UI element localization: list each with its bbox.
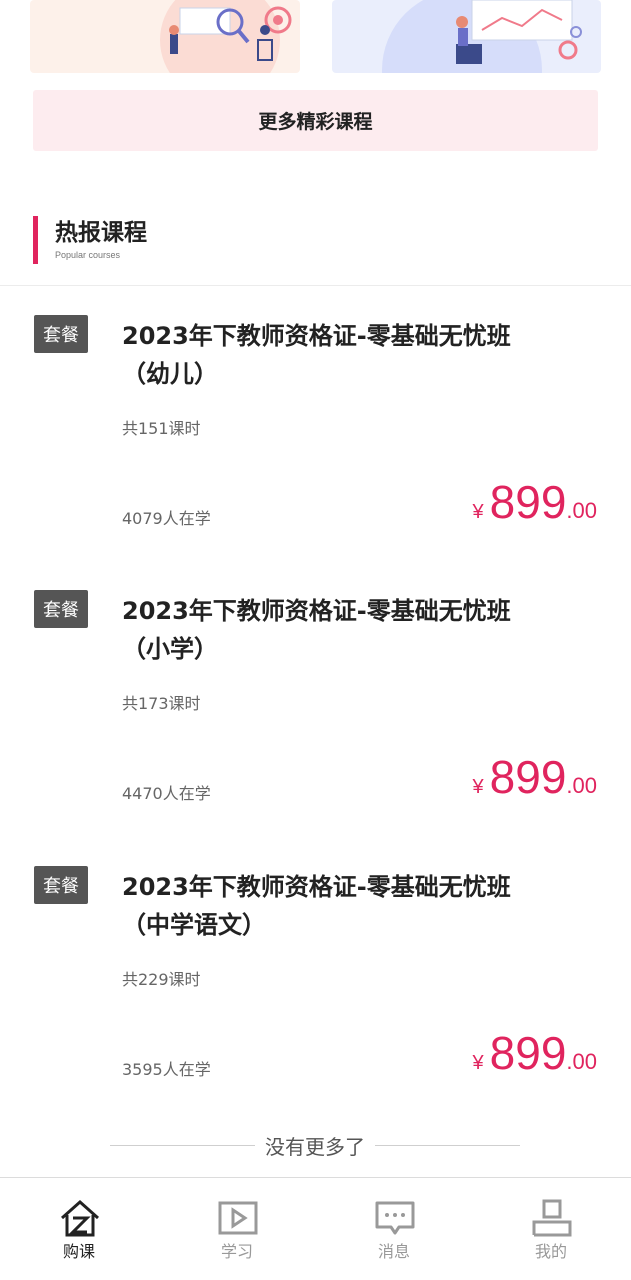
tab-label: 学习 [220,1242,253,1261]
section-header: 热报课程 Popular courses [33,216,147,264]
price-integer: 899 [489,751,567,803]
play-icon [218,1201,258,1235]
course-tag: 套餐 [34,590,88,628]
course-lessons: 共151课时 [122,419,201,438]
price-integer: 899 [489,1027,567,1079]
tab-messages[interactable]: 消息 [334,1178,454,1280]
divider [0,285,631,286]
more-courses-button[interactable]: 更多精彩课程 [33,90,598,151]
course-card[interactable]: 套餐 2023年下教师资格证-零基础无忧班（幼儿） 共151课时 4079人在学… [0,315,631,585]
banner-right[interactable] [332,0,601,73]
section-title: 热报课程 [55,220,147,246]
course-lessons: 共229课时 [122,970,201,989]
course-tag: 套餐 [34,315,88,353]
course-price: ¥ 899 .00 [473,750,597,804]
message-icon [375,1201,415,1235]
no-more-line-left [110,1144,255,1146]
home-cart-icon [61,1199,99,1237]
no-more-line-right [375,1144,520,1146]
no-more-text: 没有更多了 [265,1134,365,1159]
profile-icon [532,1199,572,1237]
banner-right-illustration [382,0,582,73]
course-tag: 套餐 [34,866,88,904]
price-decimal: .00 [566,1049,597,1074]
tab-label: 我的 [534,1242,567,1261]
course-learners: 3595人在学 [122,1060,211,1079]
section-subtitle: Popular courses [55,250,121,260]
price-decimal: .00 [566,498,597,523]
currency-symbol: ¥ [472,501,484,523]
bottom-tab-bar: 购课 学习 消息 我的 [0,1177,631,1280]
banner-left[interactable] [30,0,300,73]
currency-symbol: ¥ [472,776,484,798]
course-card[interactable]: 套餐 2023年下教师资格证-零基础无忧班（中学语文） 共229课时 3595人… [0,866,631,1136]
course-card[interactable]: 套餐 2023年下教师资格证-零基础无忧班（小学） 共173课时 4470人在学… [0,590,631,860]
course-name: 2023年下教师资格证-零基础无忧班（小学） [122,597,511,663]
tab-mine[interactable]: 我的 [491,1178,611,1280]
course-learners: 4470人在学 [122,784,211,803]
course-price: ¥ 899 .00 [473,1026,597,1080]
currency-symbol: ¥ [472,1052,484,1074]
course-name: 2023年下教师资格证-零基础无忧班（中学语文） [122,873,511,939]
tab-study[interactable]: 学习 [177,1178,297,1280]
banner-left-illustration [160,0,292,73]
no-more-indicator: 没有更多了 [110,1130,520,1160]
price-decimal: .00 [566,773,597,798]
price-integer: 899 [489,476,567,528]
tab-buy-courses[interactable]: 购课 [19,1178,139,1280]
course-lessons: 共173课时 [122,694,201,713]
tab-label: 购课 [62,1242,95,1261]
course-learners: 4079人在学 [122,509,211,528]
tab-label: 消息 [377,1242,410,1261]
course-price: ¥ 899 .00 [473,475,597,529]
banner-row [0,0,631,80]
course-name: 2023年下教师资格证-零基础无忧班（幼儿） [122,322,511,388]
section-accent-bar [33,216,38,264]
